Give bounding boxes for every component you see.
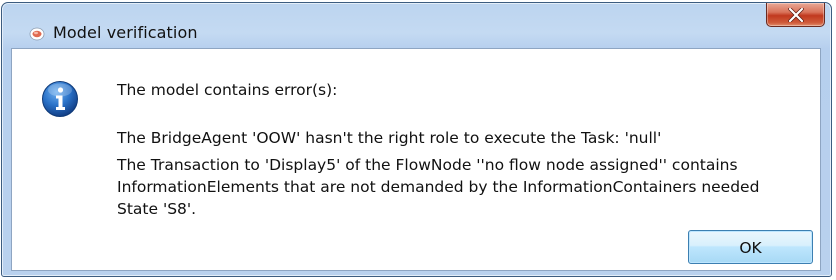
close-icon (788, 8, 804, 22)
info-icon (41, 80, 79, 118)
dialog-content: The model contains error(s): The BridgeA… (11, 48, 821, 271)
error-message-2: The Transaction to 'Display5' of the Flo… (117, 156, 760, 218)
ok-button[interactable]: OK (688, 230, 813, 264)
app-icon[interactable] (29, 25, 45, 41)
dialog-window: Model verification The model contains er… (1, 2, 832, 277)
error-message-1: The BridgeAgent 'OOW' hasn't the right r… (117, 129, 662, 147)
message-heading: The model contains error(s): (117, 81, 338, 99)
window-title: Model verification (53, 23, 198, 42)
title-bar[interactable]: Model verification (2, 3, 831, 47)
close-button[interactable] (766, 3, 825, 27)
